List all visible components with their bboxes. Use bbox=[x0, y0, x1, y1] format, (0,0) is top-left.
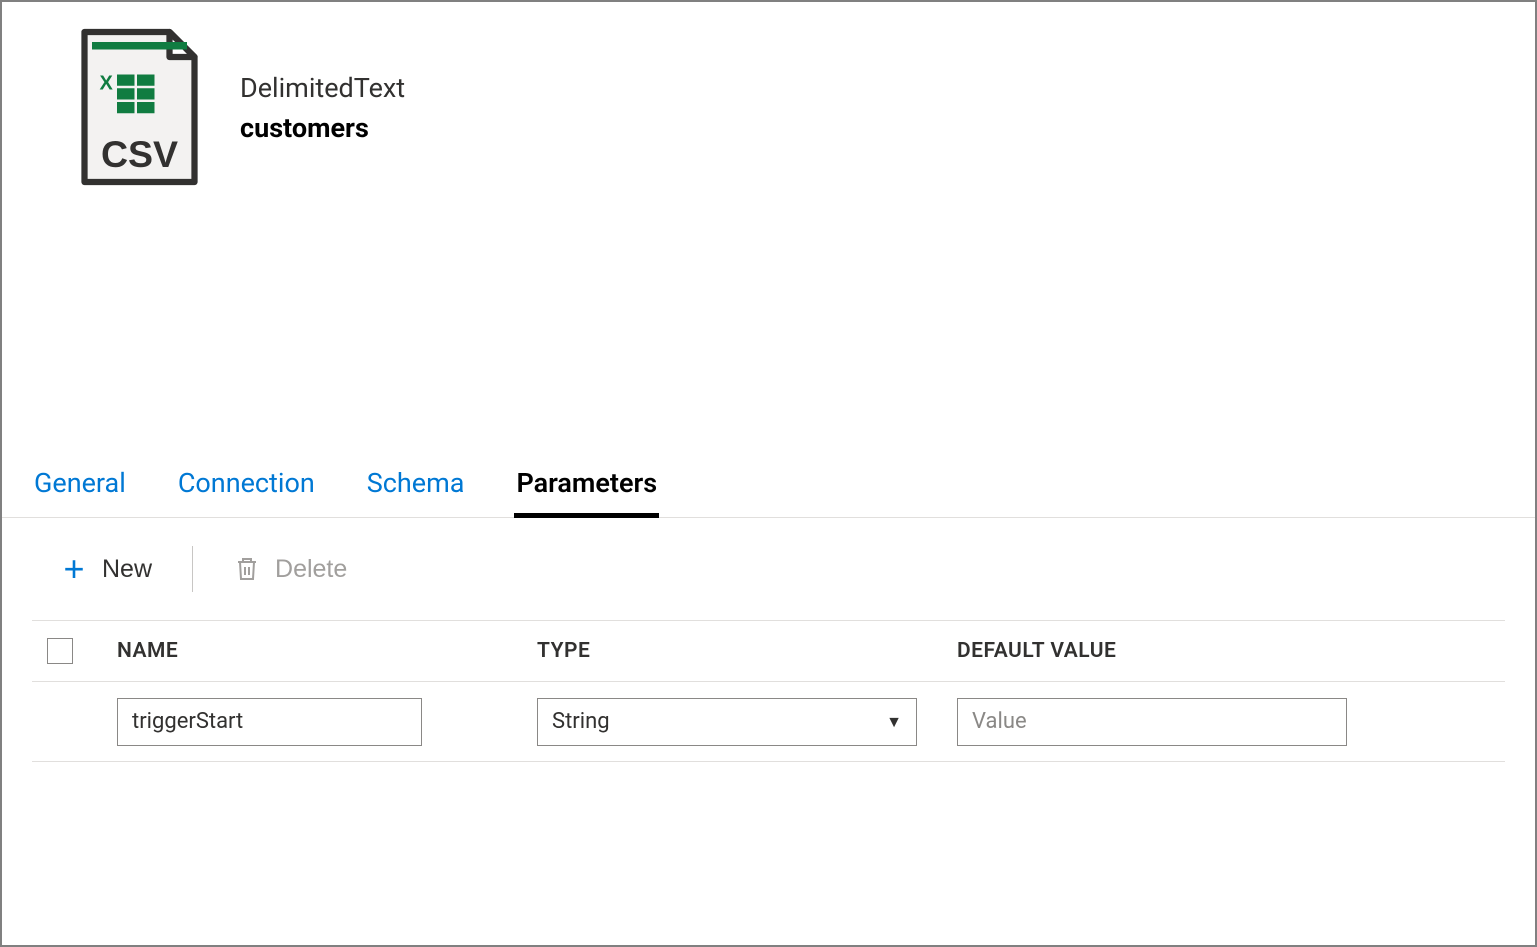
chevron-down-icon: ▼ bbox=[886, 712, 902, 732]
dataset-type-label: DelimitedText bbox=[240, 72, 405, 104]
tab-parameters[interactable]: Parameters bbox=[514, 467, 659, 518]
param-type-select[interactable]: String ▼ bbox=[537, 698, 917, 746]
dataset-name-label: customers bbox=[240, 112, 405, 144]
delete-button: Delete bbox=[223, 549, 357, 590]
plus-icon: + bbox=[60, 555, 88, 583]
trash-icon bbox=[233, 555, 261, 583]
csv-icon-label: CSV bbox=[101, 133, 178, 175]
toolbar-separator bbox=[192, 546, 193, 592]
header-type: Type bbox=[537, 639, 957, 663]
dataset-info: DelimitedText customers bbox=[240, 27, 405, 144]
new-button[interactable]: + New bbox=[50, 549, 162, 590]
svg-text:X: X bbox=[100, 73, 114, 95]
header-name: Name bbox=[117, 639, 537, 663]
tab-schema[interactable]: Schema bbox=[365, 467, 467, 518]
tab-general[interactable]: General bbox=[32, 467, 128, 518]
param-value-input[interactable] bbox=[957, 698, 1347, 746]
table-row: String ▼ bbox=[32, 682, 1505, 762]
tabs-bar: General Connection Schema Parameters bbox=[2, 467, 1535, 518]
delete-button-label: Delete bbox=[275, 555, 347, 584]
parameters-toolbar: + New Delete bbox=[2, 518, 1535, 620]
select-all-checkbox[interactable] bbox=[47, 638, 73, 664]
table-header-row: Name Type Default value bbox=[32, 620, 1505, 682]
tab-connection[interactable]: Connection bbox=[176, 467, 317, 518]
parameters-table: Name Type Default value String ▼ bbox=[2, 620, 1535, 762]
param-name-input[interactable] bbox=[117, 698, 422, 746]
param-type-value: String bbox=[552, 709, 610, 734]
dataset-header: X CSV DelimitedText customers bbox=[2, 2, 1535, 187]
new-button-label: New bbox=[102, 555, 152, 584]
header-default-value: Default value bbox=[957, 639, 1505, 663]
csv-file-icon: X CSV bbox=[77, 27, 202, 187]
